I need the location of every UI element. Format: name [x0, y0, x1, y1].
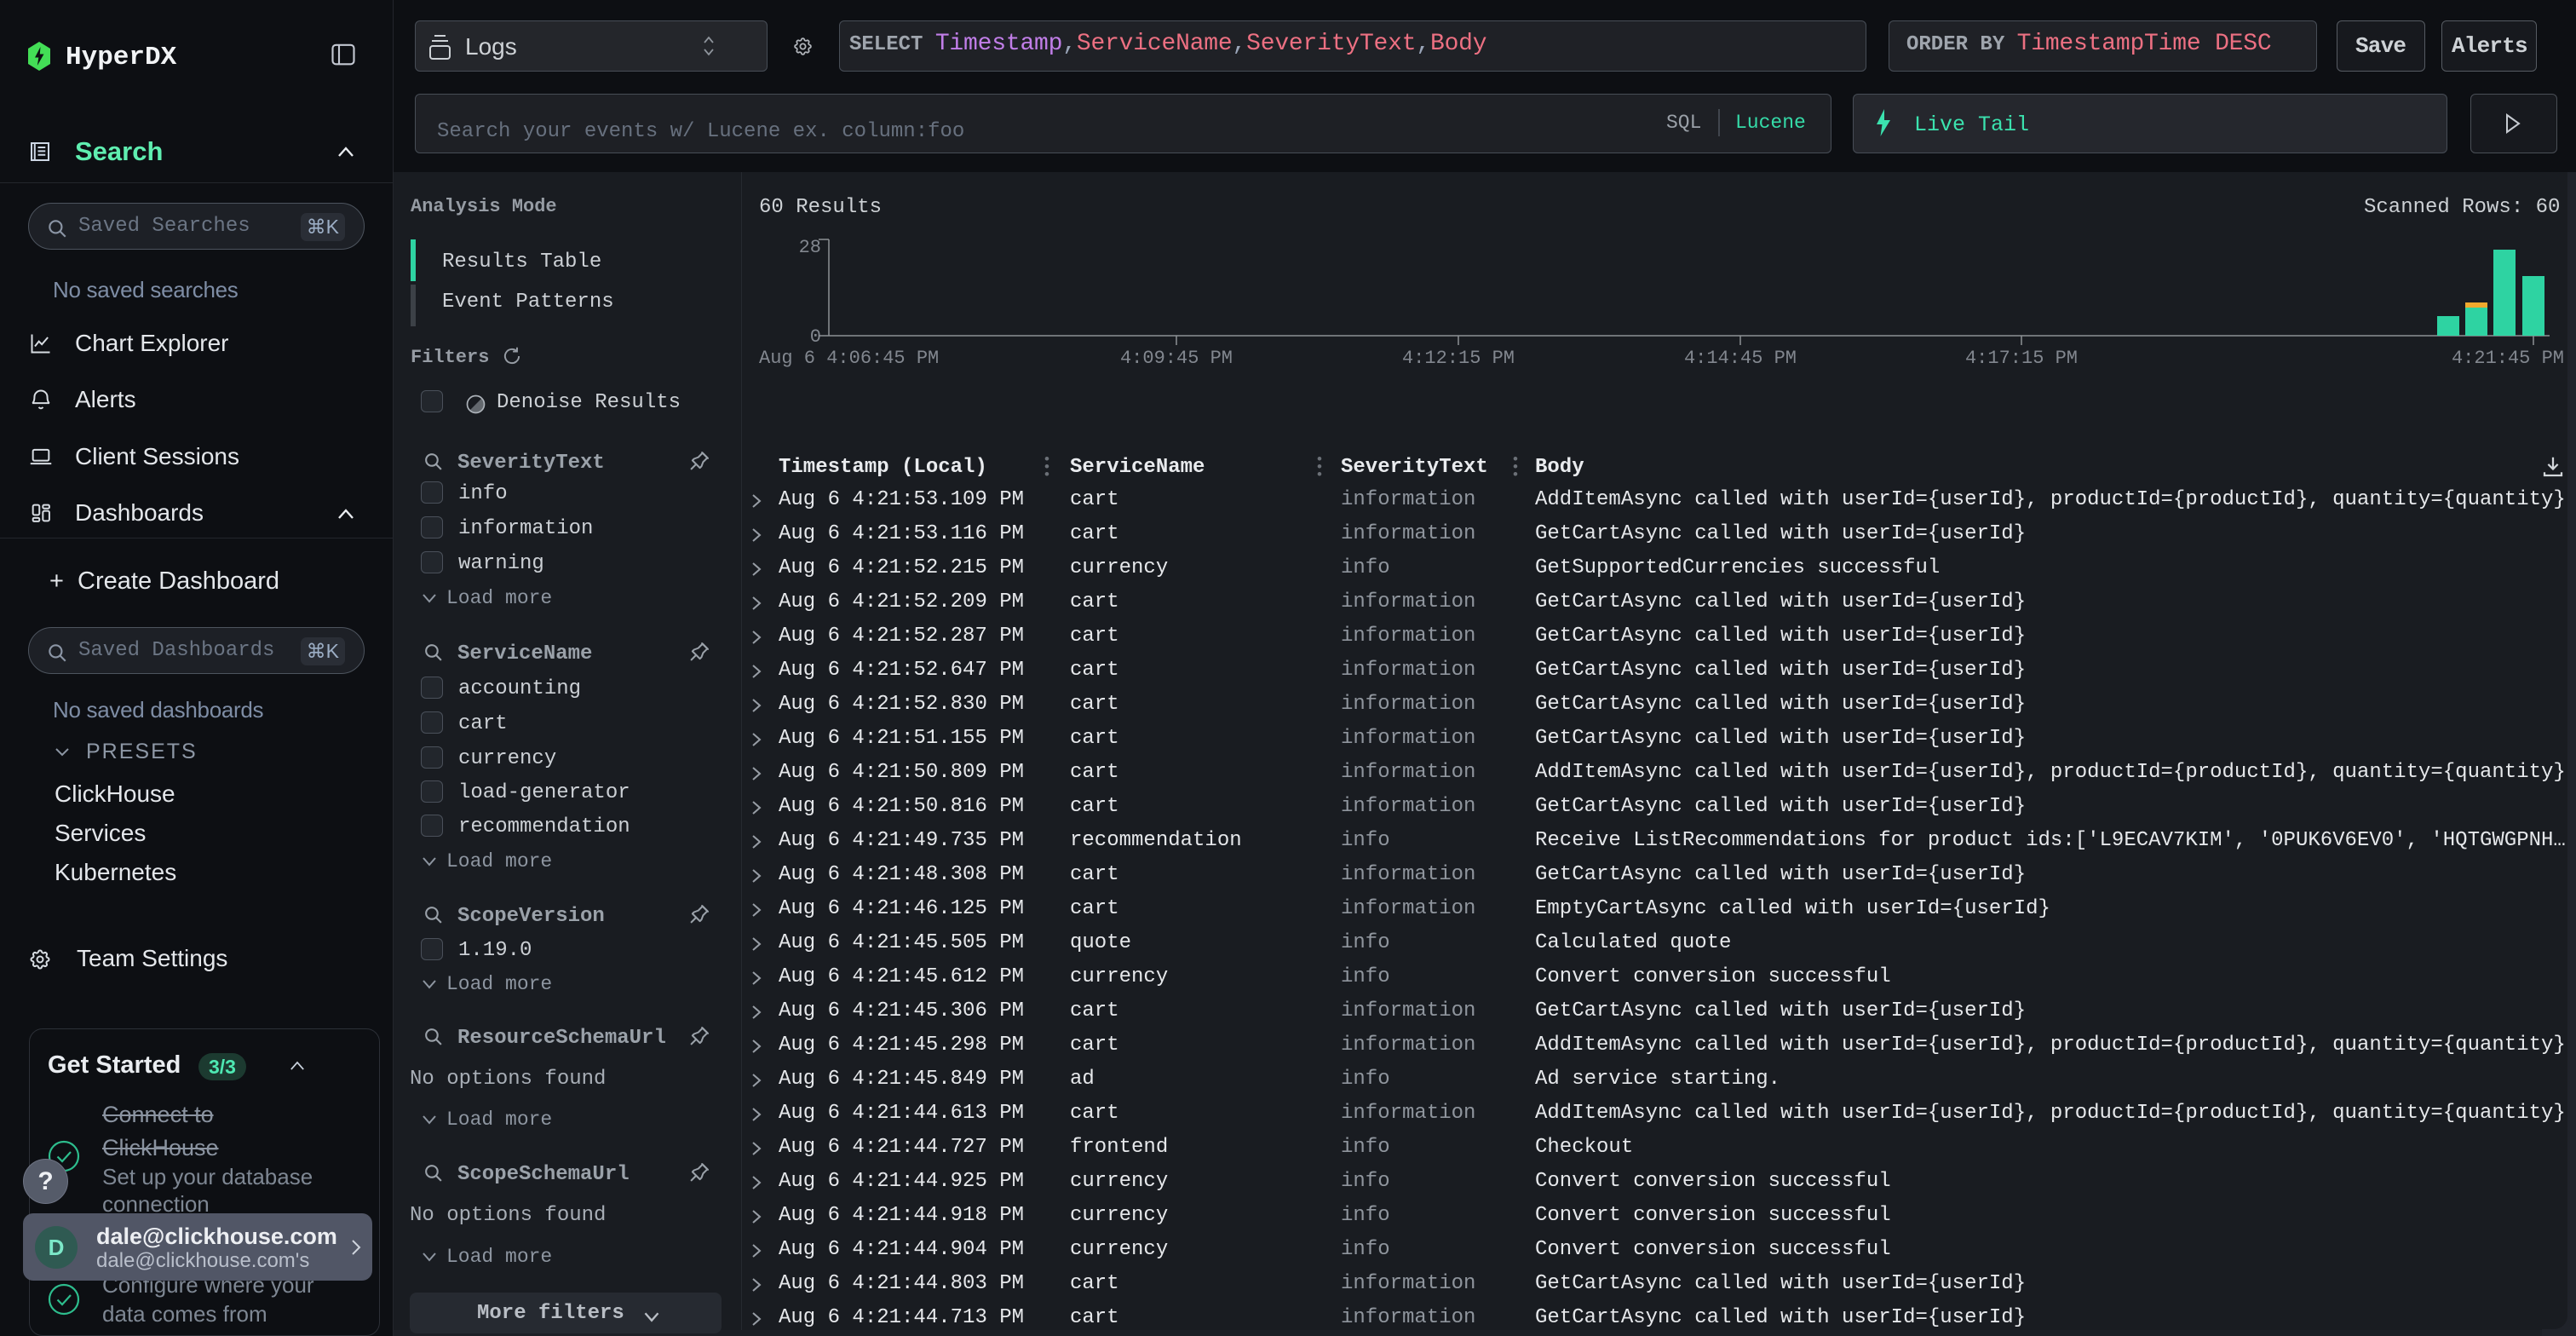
svg-text:28: 28 — [799, 237, 821, 258]
svg-text:4:09:45 PM: 4:09:45 PM — [1120, 348, 1233, 369]
svg-text:4:17:15 PM: 4:17:15 PM — [1965, 348, 2078, 369]
svg-text:4:12:15 PM: 4:12:15 PM — [1402, 348, 1515, 369]
svg-text:0: 0 — [810, 326, 821, 348]
svg-text:Aug 6 4:06:45 PM: Aug 6 4:06:45 PM — [759, 348, 939, 369]
svg-text:4:21:45 PM: 4:21:45 PM — [2452, 348, 2564, 369]
svg-text:4:14:45 PM: 4:14:45 PM — [1684, 348, 1797, 369]
